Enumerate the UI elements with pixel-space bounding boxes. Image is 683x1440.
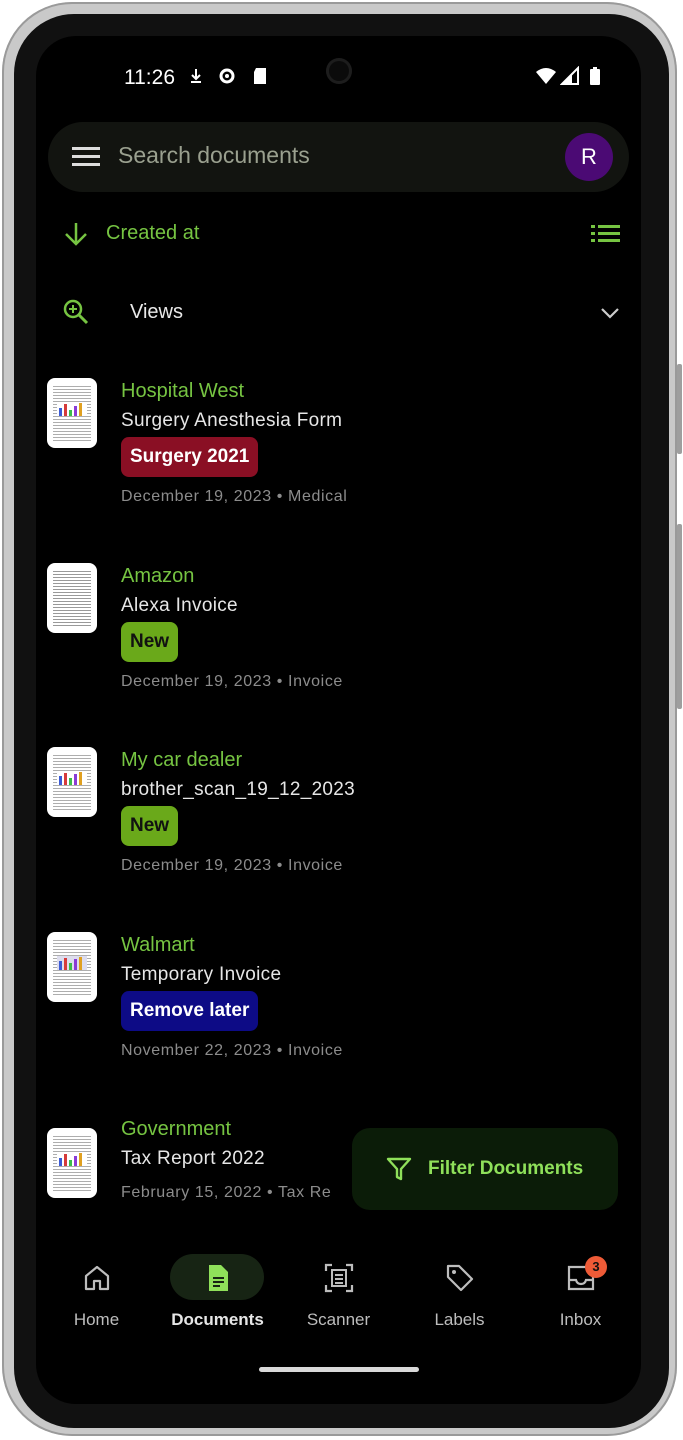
document-title: Surgery Anesthesia Form — [121, 410, 343, 431]
nav-scanner[interactable]: Scanner — [278, 1244, 399, 1354]
document-thumbnail[interactable] — [47, 378, 97, 448]
front-camera — [326, 58, 352, 84]
document-correspondent[interactable]: Walmart — [121, 934, 195, 957]
document-title: brother_scan_19_12_2023 — [121, 779, 356, 800]
battery-icon — [590, 67, 600, 85]
document-meta: February 15, 2022 • Tax Re — [121, 1184, 332, 1201]
document-type: Invoice — [288, 673, 343, 690]
document-type: Medical — [288, 488, 348, 505]
search-input[interactable]: Search documents — [118, 142, 310, 169]
sort-field-button[interactable]: Created at — [106, 222, 199, 245]
cell-signal-icon — [560, 66, 579, 85]
document-thumbnail[interactable] — [47, 1128, 97, 1198]
views-dropdown[interactable]: Views — [36, 292, 641, 332]
document-thumbnail[interactable] — [47, 932, 97, 1002]
document-meta: November 22, 2023 • Invoice — [121, 1042, 343, 1059]
search-bar[interactable]: Search documents R — [48, 122, 629, 192]
document-type: Tax Re — [277, 1184, 332, 1201]
document-tag[interactable]: New — [121, 806, 179, 846]
views-label: Views — [130, 301, 183, 323]
document-tag[interactable]: New — [121, 622, 179, 662]
list-view-icon[interactable] — [591, 222, 621, 246]
settings-gear-icon — [219, 68, 235, 84]
filter-documents-button[interactable]: Filter Documents — [352, 1128, 618, 1210]
document-title: Tax Report 2022 — [121, 1148, 265, 1169]
home-icon — [84, 1265, 110, 1291]
document-title: Temporary Invoice — [121, 964, 282, 985]
document-correspondent[interactable]: My car dealer — [121, 749, 242, 772]
nav-inbox-label: Inbox — [559, 1310, 602, 1329]
document-item[interactable]: My car dealer brother_scan_19_12_2023 Ne… — [36, 747, 641, 897]
document-date: February 15, 2022 — [121, 1184, 262, 1201]
nav-documents-label: Documents — [171, 1310, 264, 1329]
nav-labels-label: Labels — [434, 1310, 485, 1329]
document-thumbnail[interactable] — [47, 747, 97, 817]
status-bar: 11:26 — [36, 36, 641, 116]
power-button — [677, 364, 682, 454]
document-correspondent[interactable]: Government — [121, 1118, 231, 1141]
document-date: December 19, 2023 — [121, 488, 272, 505]
inbox-badge: 3 — [585, 1256, 607, 1278]
filter-documents-label: Filter Documents — [428, 1158, 584, 1179]
document-item[interactable]: Amazon Alexa Invoice New December 19, 20… — [36, 563, 641, 713]
volume-button — [677, 524, 682, 709]
menu-icon[interactable] — [72, 146, 102, 168]
nav-documents[interactable]: Documents — [157, 1244, 278, 1354]
scanner-icon — [324, 1263, 354, 1293]
filter-funnel-icon — [386, 1157, 412, 1181]
document-tag[interactable]: Surgery 2021 — [121, 437, 259, 477]
document-meta: December 19, 2023 • Medical — [121, 488, 348, 505]
nav-home[interactable]: Home — [36, 1244, 157, 1354]
document-thumbnail[interactable] — [47, 563, 97, 633]
nav-home-label: Home — [73, 1310, 120, 1329]
document-meta: December 19, 2023 • Invoice — [121, 857, 343, 874]
chevron-down-icon[interactable] — [599, 302, 621, 324]
bottom-navigation: Home Documents Scanner Labels 3 Inbox — [36, 1244, 641, 1354]
label-tag-icon — [446, 1264, 474, 1292]
document-item[interactable]: Walmart Temporary Invoice Remove later N… — [36, 932, 641, 1082]
sd-card-icon — [254, 68, 266, 84]
document-title: Alexa Invoice — [121, 595, 238, 616]
saved-view-search-icon — [63, 299, 89, 325]
document-type: Invoice — [288, 1042, 343, 1059]
document-correspondent[interactable]: Hospital West — [121, 380, 244, 403]
document-date: December 19, 2023 — [121, 857, 272, 874]
document-date: November 22, 2023 — [121, 1042, 272, 1059]
nav-scanner-label: Scanner — [306, 1310, 371, 1329]
document-type: Invoice — [288, 857, 343, 874]
nav-labels[interactable]: Labels — [399, 1244, 520, 1354]
document-icon — [209, 1265, 228, 1291]
device-frame: 11:26 Search documents R Created at View… — [0, 0, 683, 1440]
nav-inbox[interactable]: 3 Inbox — [520, 1244, 641, 1354]
document-item[interactable]: Hospital West Surgery Anesthesia Form Su… — [36, 378, 641, 528]
document-date: December 19, 2023 — [121, 673, 272, 690]
screen: 11:26 Search documents R Created at View… — [36, 36, 641, 1404]
document-correspondent[interactable]: Amazon — [121, 565, 194, 588]
document-tag[interactable]: Remove later — [121, 991, 259, 1031]
avatar[interactable]: R — [565, 133, 613, 181]
download-icon — [191, 69, 201, 83]
gesture-home-indicator[interactable] — [259, 1367, 419, 1372]
arrow-down-icon[interactable] — [62, 220, 90, 248]
wifi-icon — [536, 68, 556, 84]
status-time: 11:26 — [124, 66, 175, 89]
sort-row: Created at — [36, 214, 641, 254]
document-meta: December 19, 2023 • Invoice — [121, 673, 343, 690]
